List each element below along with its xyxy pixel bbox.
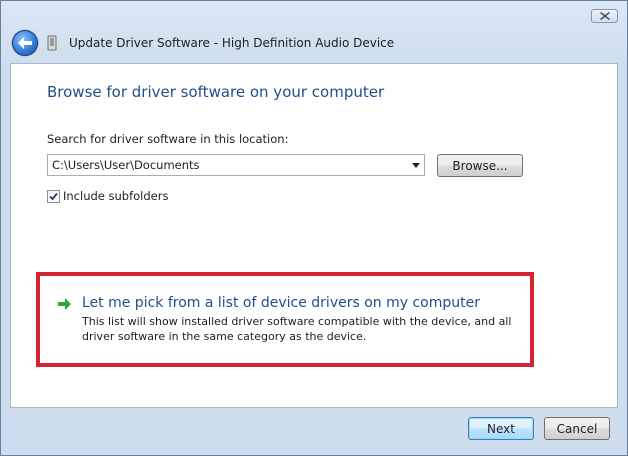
pick-from-list-highlight: Let me pick from a list of device driver…	[36, 272, 534, 367]
back-button[interactable]	[12, 30, 38, 56]
search-location-combobox[interactable]: C:\Users\User\Documents	[47, 154, 425, 176]
browse-button[interactable]: Browse...	[437, 154, 523, 177]
checkmark-icon	[49, 192, 58, 200]
pick-from-list-link[interactable]: Let me pick from a list of device driver…	[58, 294, 480, 312]
audio-device-icon	[47, 35, 57, 51]
include-subfolders-checkbox[interactable]	[47, 189, 60, 203]
pick-from-list-title[interactable]: Let me pick from a list of device driver…	[82, 294, 480, 312]
cancel-button[interactable]: Cancel	[544, 417, 610, 440]
window-title: Update Driver Software - High Definition…	[69, 36, 395, 50]
include-subfolders-label: Include subfolders	[63, 189, 169, 203]
include-subfolders-option[interactable]: Include subfolders	[47, 188, 168, 204]
page-title: Browse for driver software on your compu…	[47, 83, 385, 101]
green-arrow-icon	[58, 298, 71, 310]
pick-from-list-description: This list will show installed driver sof…	[82, 315, 512, 343]
close-icon	[599, 12, 610, 20]
search-location-value: C:\Users\User\Documents	[52, 158, 200, 172]
wizard-content: Browse for driver software on your compu…	[10, 63, 618, 408]
close-button[interactable]	[591, 9, 618, 23]
back-arrow-icon	[18, 37, 32, 49]
update-driver-window: Update Driver Software - High Definition…	[0, 0, 628, 456]
window-header: Update Driver Software - High Definition…	[9, 29, 619, 61]
chevron-down-icon[interactable]	[412, 163, 420, 168]
next-button[interactable]: Next	[468, 417, 534, 440]
search-location-label: Search for driver software in this locat…	[47, 132, 289, 146]
